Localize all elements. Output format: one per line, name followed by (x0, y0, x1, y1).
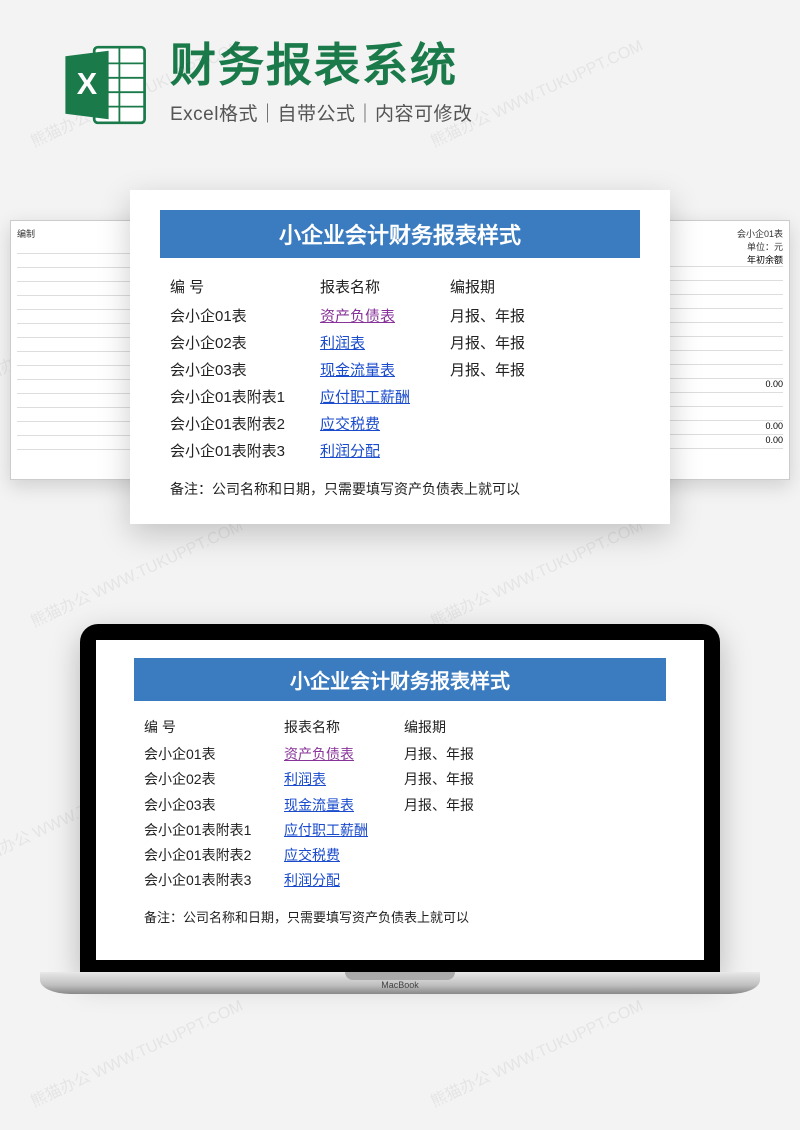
report-link[interactable]: 应付职工薪酬 (284, 822, 368, 838)
col-name: 报表名称 (284, 715, 404, 740)
table-row: 会小企03表 现金流量表 月报、年报 (170, 357, 630, 384)
watermark: 熊猫办公 WWW.TUKUPPT.COM (426, 512, 646, 632)
cell-period (404, 818, 534, 843)
card-banner: 小企业会计财务报表样式 (160, 210, 640, 258)
report-link[interactable]: 资产负债表 (320, 308, 395, 325)
cell-period: 月报、年报 (450, 357, 580, 384)
report-link[interactable]: 利润表 (284, 771, 326, 787)
cell-code: 会小企01表附表2 (170, 411, 320, 438)
table-row: 会小企02表 利润表 月报、年报 (170, 330, 630, 357)
report-link[interactable]: 利润分配 (320, 443, 380, 460)
note-text: 备注：公司名称和日期，只需要填写资产负债表上就可以 (170, 479, 630, 499)
report-link[interactable]: 应付职工薪酬 (320, 389, 410, 406)
cell-period: 月报、年报 (404, 742, 534, 767)
cell-period (404, 843, 534, 868)
table-row: 会小企01表 资产负债表 月报、年报 (144, 742, 656, 767)
table-row: 会小企01表附表3 利润分配 (144, 868, 656, 893)
cell-code: 会小企01表附表1 (170, 384, 320, 411)
table-row: 会小企02表 利润表 月报、年报 (144, 767, 656, 792)
report-table: 编 号 报表名称 编报期 会小企01表 资产负债表 月报、年报 会小企02表 利… (160, 274, 640, 499)
cell-period (404, 868, 534, 893)
cell-code: 会小企02表 (144, 767, 284, 792)
excel-icon: X (60, 40, 150, 130)
cell-period: 月报、年报 (404, 793, 534, 818)
report-link[interactable]: 利润表 (320, 335, 365, 352)
svg-text:X: X (77, 67, 98, 101)
cell-code: 会小企01表附表1 (144, 818, 284, 843)
table-header-row: 编 号 报表名称 编报期 (144, 715, 656, 740)
cell-code: 会小企01表附表2 (144, 843, 284, 868)
report-link[interactable]: 现金流量表 (320, 362, 395, 379)
laptop-base: MacBook (40, 972, 760, 994)
table-row: 会小企03表 现金流量表 月报、年报 (144, 793, 656, 818)
report-link[interactable]: 应交税费 (284, 847, 340, 863)
cell-code: 会小企01表附表3 (144, 868, 284, 893)
cell-code: 会小企02表 (170, 330, 320, 357)
cell-period: 月报、年报 (450, 330, 580, 357)
cell-code: 会小企01表 (170, 303, 320, 330)
watermark: 熊猫办公 WWW.TUKUPPT.COM (26, 512, 246, 632)
watermark: 熊猫办公 WWW.TUKUPPT.COM (26, 992, 246, 1112)
table-row: 会小企01表附表1 应付职工薪酬 (144, 818, 656, 843)
col-period: 编报期 (404, 715, 534, 740)
cell-period: 月报、年报 (404, 767, 534, 792)
report-link[interactable]: 应交税费 (320, 416, 380, 433)
cell-period (450, 438, 580, 465)
report-link[interactable]: 资产负债表 (284, 746, 354, 762)
cell-code: 会小企01表附表3 (170, 438, 320, 465)
col-code: 编 号 (144, 715, 284, 740)
watermark: 熊猫办公 WWW.TUKUPPT.COM (426, 992, 646, 1112)
laptop-notch (345, 972, 455, 980)
laptop-content: 小企业会计财务报表样式 编 号 报表名称 编报期 会小企01表 资产负债表 月报… (96, 640, 704, 960)
cell-code: 会小企01表 (144, 742, 284, 767)
table-row: 会小企01表 资产负债表 月报、年报 (170, 303, 630, 330)
table-header-row: 编 号 报表名称 编报期 (170, 274, 630, 301)
report-link[interactable]: 利润分配 (284, 872, 340, 888)
table-row: 会小企01表附表2 应交税费 (170, 411, 630, 438)
laptop-mockup: 小企业会计财务报表样式 编 号 报表名称 编报期 会小企01表 资产负债表 月报… (0, 624, 800, 994)
table-row: 会小企01表附表3 利润分配 (170, 438, 630, 465)
col-name: 报表名称 (320, 274, 450, 301)
page-title: 财务报表系统 (170, 40, 770, 91)
col-period: 编报期 (450, 274, 580, 301)
laptop-screen: 小企业会计财务报表样式 编 号 报表名称 编报期 会小企01表 资产负债表 月报… (80, 624, 720, 972)
preview-stack: 编制 会小企01表 单位：元 年初余额 0.00 0.00 0.00 小企业会计… (40, 190, 760, 524)
note-text: 备注：公司名称和日期，只需要填写资产负债表上就可以 (144, 907, 656, 926)
col-code: 编 号 (170, 274, 320, 301)
cell-period: 月报、年报 (450, 303, 580, 330)
table-row: 会小企01表附表2 应交税费 (144, 843, 656, 868)
cell-code: 会小企03表 (144, 793, 284, 818)
cell-period (450, 411, 580, 438)
report-link[interactable]: 现金流量表 (284, 797, 354, 813)
page-header: X 财务报表系统 Excel格式｜自带公式｜内容可修改 (0, 0, 800, 150)
cell-code: 会小企03表 (170, 357, 320, 384)
laptop-brand: MacBook (381, 980, 419, 990)
report-table: 编 号 报表名称 编报期 会小企01表 资产负债表 月报、年报 会小企02表 利… (134, 715, 666, 926)
page-subtitle: Excel格式｜自带公式｜内容可修改 (170, 99, 770, 126)
cell-period (450, 384, 580, 411)
card-banner: 小企业会计财务报表样式 (134, 658, 666, 701)
preview-card: 小企业会计财务报表样式 编 号 报表名称 编报期 会小企01表 资产负债表 月报… (130, 190, 670, 524)
table-row: 会小企01表附表1 应付职工薪酬 (170, 384, 630, 411)
